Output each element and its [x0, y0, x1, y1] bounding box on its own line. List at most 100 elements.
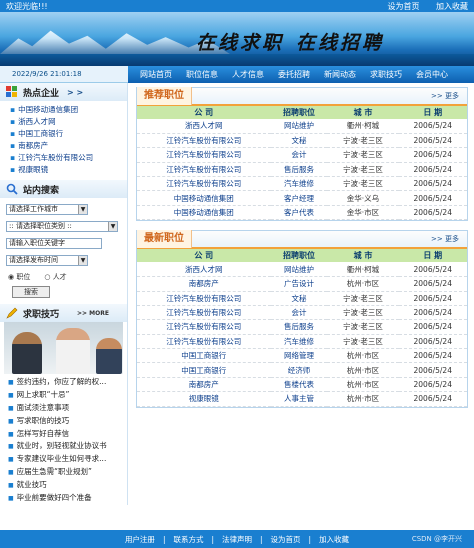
job-tips-photo — [4, 322, 123, 374]
job-tips-list: 签约违约，你应了解的权... 网上求职“十忌” 面试须注意事项 写求职信的技巧 … — [0, 374, 127, 505]
add-favorite-link[interactable]: 加入收藏 — [436, 2, 468, 11]
cell-company[interactable]: 浙西人才网 — [137, 119, 271, 134]
set-homepage-link[interactable]: 设为首页 — [387, 2, 419, 11]
cell-company[interactable]: 江铃汽车股份有限公司 — [137, 147, 271, 163]
cell-company[interactable]: 中国移动通信集团 — [137, 190, 271, 206]
banner-slogan: 在线求职 在线招聘 — [184, 28, 384, 55]
cell-company[interactable]: 中国工商银行 — [137, 362, 271, 378]
enterprise-item[interactable]: 中国移动通信集团 — [10, 104, 121, 116]
cell-company[interactable]: 江铃汽车股份有限公司 — [137, 305, 271, 321]
nav-item-member[interactable]: 会员中心 — [416, 69, 448, 80]
hot-enterprises-title: 热点企业 — [23, 88, 60, 99]
tip-item[interactable]: 应届生急需“职业规划” — [8, 466, 121, 479]
time-select[interactable]: 请选择发布时间 ▼ — [6, 255, 88, 266]
enterprise-item[interactable]: 中国工商银行 — [10, 128, 121, 140]
recommended-more-link[interactable]: >> 更多 — [431, 91, 467, 101]
enterprise-item[interactable]: 浙西人才网 — [10, 116, 121, 128]
cell-company[interactable]: 江铃汽车股份有限公司 — [137, 291, 271, 306]
cell-position[interactable]: 售楼代表 — [270, 377, 328, 393]
nav-item-home[interactable]: 网站首页 — [140, 69, 172, 80]
table-row: 视康眼镜 人事主管 杭州·市区 2006/5/24 — [137, 391, 467, 407]
tip-item[interactable]: 就业时，别轻视就业协议书 — [8, 440, 121, 453]
cell-position[interactable]: 经济师 — [270, 362, 328, 378]
nav-item-jobs[interactable]: 职位信息 — [186, 69, 218, 80]
cell-city: 宁波·老三区 — [327, 291, 399, 306]
cell-position[interactable]: 汽车维修 — [270, 176, 328, 192]
cell-city: 杭州·市区 — [327, 391, 399, 407]
table-row: 中国移动通信集团 客户代表 金华·市区 2006/5/24 — [137, 205, 467, 221]
cell-position[interactable]: 客户经理 — [270, 190, 328, 206]
cell-company[interactable]: 江铃汽车股份有限公司 — [137, 319, 271, 335]
radio-job-label: 职位 — [16, 273, 31, 281]
cell-company[interactable]: 江铃汽车股份有限公司 — [137, 176, 271, 192]
nav-item-talent[interactable]: 人才信息 — [232, 69, 264, 80]
cell-position[interactable]: 售后服务 — [270, 162, 328, 178]
cell-company[interactable]: 南都房产 — [137, 276, 271, 292]
footer-link-contact[interactable]: 联系方式 — [173, 534, 203, 545]
tip-item[interactable]: 就业技巧 — [8, 479, 121, 492]
col-city: 城 市 — [327, 249, 399, 263]
cell-city: 宁波·老三区 — [327, 133, 399, 149]
blocks-icon — [6, 86, 18, 98]
tip-item[interactable]: 面试须注意事项 — [8, 402, 121, 415]
search-button[interactable]: 搜索 — [12, 286, 50, 298]
tip-item[interactable]: 专家建议毕业生如何寻求... — [8, 453, 121, 466]
nav-item-tips[interactable]: 求职技巧 — [370, 69, 402, 80]
category-select[interactable]: :: 请选择职位类别 :: ▼ — [6, 221, 118, 232]
cell-position[interactable]: 售后服务 — [270, 319, 328, 335]
tip-item[interactable]: 签约违约，你应了解的权... — [8, 376, 121, 389]
enterprise-item[interactable]: 南都房产 — [10, 140, 121, 152]
enterprise-item[interactable]: 视康眼镜 — [10, 164, 121, 176]
cell-company[interactable]: 中国工商银行 — [137, 348, 271, 364]
sidebar: 热点企业 > > 中国移动通信集团 浙西人才网 中国工商银行 南都房产 江铃汽车… — [0, 83, 128, 505]
cell-position[interactable]: 文秘 — [270, 291, 328, 306]
radio-talent[interactable]: ○ 人才 — [44, 272, 66, 282]
enterprise-item[interactable]: 江铃汽车股份有限公司 — [10, 152, 121, 164]
slogan-job-search: 在线求职 — [195, 32, 284, 54]
lake-graphic — [0, 54, 474, 66]
cell-company[interactable]: 江铃汽车股份有限公司 — [137, 133, 271, 149]
cell-company[interactable]: 浙西人才网 — [137, 262, 271, 278]
cell-position[interactable]: 汽车维修 — [270, 334, 328, 350]
hot-enterprises-more[interactable]: > > — [67, 88, 83, 97]
cell-date: 2006/5/24 — [398, 377, 467, 393]
cell-position[interactable]: 网站维护 — [270, 262, 328, 278]
person-graphic — [96, 338, 122, 374]
tip-item[interactable]: 网上求职“十忌” — [8, 389, 121, 402]
banner: 在线求职 在线招聘 — [0, 12, 474, 66]
cell-position[interactable]: 会计 — [270, 305, 328, 321]
table-row: 江铃汽车股份有限公司 汽车维修 宁波·老三区 2006/5/24 — [137, 176, 467, 192]
cell-date: 2006/5/24 — [398, 262, 467, 278]
tip-item[interactable]: 怎样写好自荐信 — [8, 428, 121, 441]
search-button-label: 搜索 — [24, 288, 38, 296]
cell-position[interactable]: 广告设计 — [270, 276, 328, 292]
cell-position[interactable]: 人事主管 — [270, 391, 328, 407]
latest-jobs-header: 最新职位 >> 更多 — [137, 230, 467, 250]
tip-item[interactable]: 毕业前要做好四个准备 — [8, 492, 121, 505]
keyword-input[interactable]: 请输入职位关键字 — [6, 238, 102, 249]
cell-date: 2006/5/24 — [398, 348, 467, 364]
footer-link-legal[interactable]: 法律声明 — [222, 534, 252, 545]
footer-link-favorite[interactable]: 加入收藏 — [319, 534, 349, 545]
cell-position[interactable]: 网络管理 — [270, 348, 328, 364]
cell-position[interactable]: 客户代表 — [270, 205, 328, 221]
cell-company[interactable]: 视康眼镜 — [137, 391, 271, 407]
col-position: 招聘职位 — [270, 106, 328, 119]
nav-item-entrust[interactable]: 委托招聘 — [278, 69, 310, 80]
city-select[interactable]: 请选择工作城市 ▼ — [6, 204, 88, 215]
footer-link-register[interactable]: 用户注册 — [125, 534, 155, 545]
cell-position[interactable]: 网站维护 — [270, 119, 328, 134]
recommended-jobs-panel: 推荐职位 >> 更多 公 司 招聘职位 城 市 日 期 浙西人才网 网站维护 衢州·… — [136, 87, 468, 222]
cell-position[interactable]: 文秘 — [270, 133, 328, 149]
tip-item[interactable]: 写求职信的技巧 — [8, 415, 121, 428]
cell-company[interactable]: 南都房产 — [137, 377, 271, 393]
footer-link-homepage[interactable]: 设为首页 — [271, 534, 301, 545]
nav-item-news[interactable]: 新闻动态 — [324, 69, 356, 80]
cell-company[interactable]: 江铃汽车股份有限公司 — [137, 162, 271, 178]
cell-position[interactable]: 会计 — [270, 147, 328, 163]
cell-company[interactable]: 中国移动通信集团 — [137, 205, 271, 221]
job-tips-more[interactable]: >> MORE — [77, 310, 109, 317]
cell-company[interactable]: 江铃汽车股份有限公司 — [137, 334, 271, 350]
latest-more-link[interactable]: >> 更多 — [431, 234, 467, 244]
radio-job[interactable]: ◉ 职位 — [8, 272, 30, 282]
